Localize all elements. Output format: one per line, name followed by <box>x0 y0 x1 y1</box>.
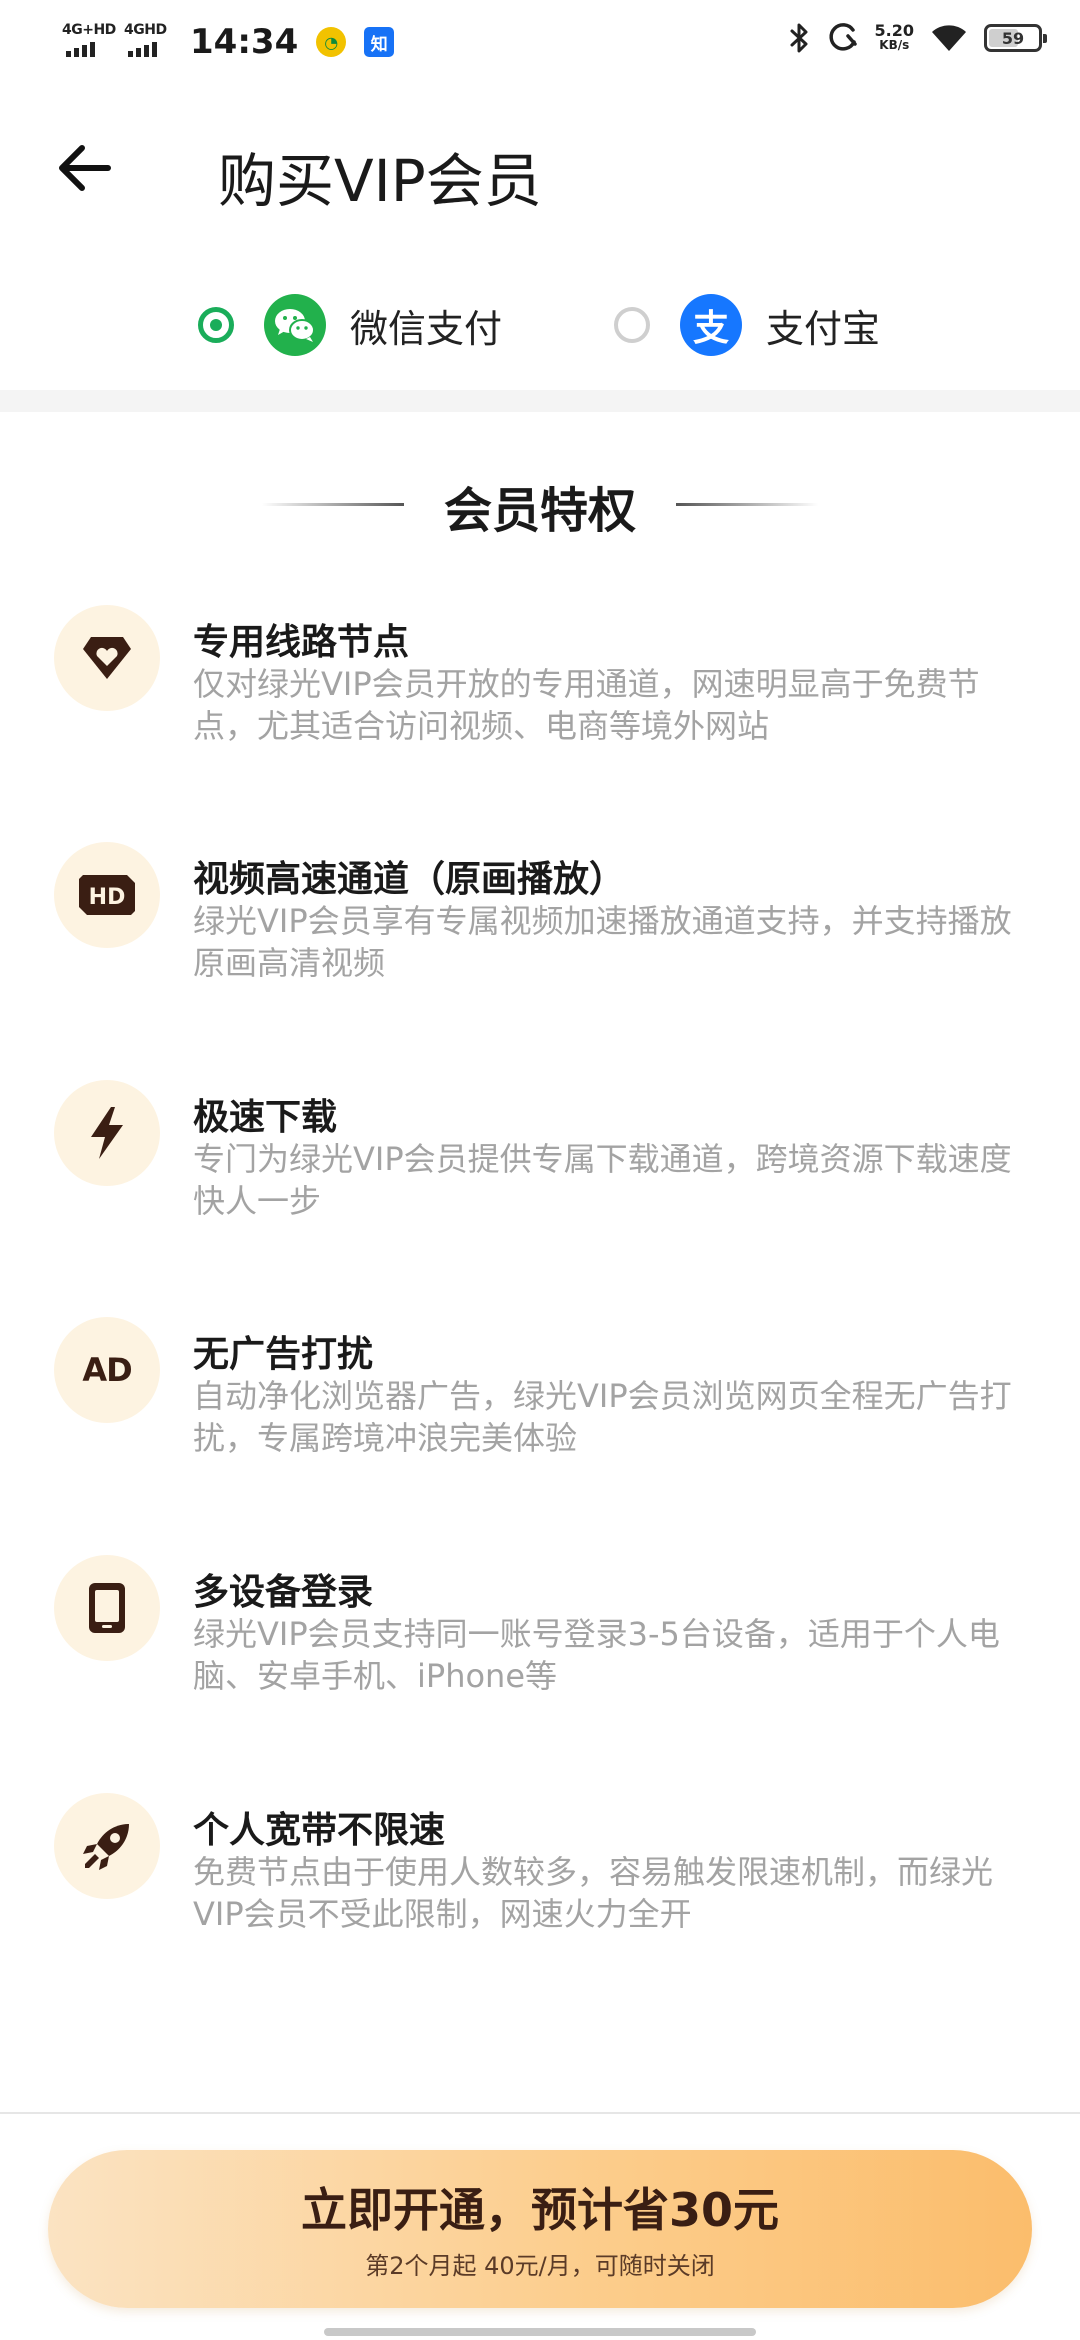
benefit-item: 极速下载 专门为绿光VIP会员提供专属下载通道，跨境资源下载速度快人一步 <box>0 1080 1080 1280</box>
decorative-line-right <box>676 503 818 506</box>
benefit-item: 专用线路节点 仅对绿光VIP会员开放的专用通道，网速明显高于免费节点，尤其适合访… <box>0 605 1080 805</box>
ad-icon: AD <box>54 1317 160 1423</box>
benefit-item: 多设备登录 绿光VIP会员支持同一账号登录3-5台设备，适用于个人电脑、安卓手机… <box>0 1555 1080 1755</box>
signal-icon-sim1: 4G+HD <box>62 22 116 62</box>
benefit-title: 视频高速通道（原画播放） <box>193 859 626 900</box>
wechat-pay-radio[interactable] <box>198 307 234 343</box>
hd-label: HD <box>89 885 126 910</box>
benefit-title: 无广告打扰 <box>193 1334 374 1375</box>
benefits-title: 会员特权 <box>443 483 636 539</box>
clock: 14:34 <box>190 22 299 62</box>
do-not-disturb-icon <box>828 23 857 51</box>
wechat-icon <box>264 294 326 356</box>
section-separator <box>0 390 1080 412</box>
status-bar: 4G+HD 4GHD 14:34 ◔ 知 5.20 KB/s 59 <box>0 0 1080 84</box>
network-speed-unit: KB/s <box>879 38 910 52</box>
benefit-item: HD 视频高速通道（原画播放） 绿光VIP会员享有专属视频加速播放通道支持，并支… <box>0 842 1080 1042</box>
alipay-radio[interactable] <box>614 307 650 343</box>
rocket-icon <box>54 1793 160 1899</box>
alipay-label: 支付宝 <box>766 306 881 351</box>
wechat-pay-option[interactable]: 微信支付 <box>198 294 502 356</box>
qq-browser-notification-icon: ◔ <box>316 27 347 57</box>
alipay-icon: 支 <box>680 294 742 356</box>
page-title: 购买VIP会员 <box>218 147 542 215</box>
battery-icon: 59 <box>984 24 1047 52</box>
alipay-option[interactable]: 支 支付宝 <box>614 294 880 356</box>
benefits-header: 会员特权 <box>0 465 1080 545</box>
hd-icon: HD <box>54 842 160 948</box>
ad-label: AD <box>82 1351 132 1389</box>
network-speed-value: 5.20 <box>874 21 914 40</box>
benefit-description: 自动净化浏览器广告，绿光VIP会员浏览网页全程无广告打扰，专属跨境冲浪完美体验 <box>193 1377 1012 1457</box>
benefit-description: 绿光VIP会员支持同一账号登录3-5台设备，适用于个人电脑、安卓手机、iPhon… <box>193 1615 1000 1695</box>
status-bar-right: 5.20 KB/s 59 <box>789 22 1047 54</box>
network-speed: 5.20 KB/s <box>875 23 914 53</box>
bluetooth-icon <box>790 23 808 53</box>
benefit-title: 个人宽带不限速 <box>193 1810 446 1851</box>
back-arrow-icon <box>59 145 111 191</box>
subscribe-button-title: 立即开通，预计省30元 <box>300 2183 779 2237</box>
benefit-description: 绿光VIP会员享有专属视频加速播放通道支持，并支持播放原画高清视频 <box>193 902 1012 982</box>
back-button[interactable] <box>48 132 120 204</box>
zhihu-notification-icon: 知 <box>364 27 395 57</box>
subscribe-button[interactable]: 立即开通，预计省30元 第2个月起 40元/月，可随时关闭 <box>48 2150 1032 2308</box>
network-type-1: 4G+HD <box>62 22 116 38</box>
benefit-title: 极速下载 <box>193 1097 338 1138</box>
payment-method-selector: 微信支付 支 支付宝 <box>0 280 1080 370</box>
benefit-item: AD 无广告打扰 自动净化浏览器广告，绿光VIP会员浏览网页全程无广告打扰，专属… <box>0 1317 1080 1517</box>
wifi-icon <box>932 25 966 51</box>
header: 购买VIP会员 <box>0 110 1080 230</box>
bottom-divider <box>0 2112 1080 2114</box>
benefit-title: 专用线路节点 <box>193 622 410 663</box>
benefit-item: 个人宽带不限速 免费节点由于使用人数较多，容易触发限速机制，而绿光VIP会员不受… <box>0 1793 1080 1993</box>
home-indicator[interactable] <box>324 2328 756 2336</box>
benefit-description: 免费节点由于使用人数较多，容易触发限速机制，而绿光VIP会员不受此限制，网速火力… <box>193 1853 994 1933</box>
subscribe-button-subtitle: 第2个月起 40元/月，可随时关闭 <box>365 2252 715 2280</box>
benefit-description: 专门为绿光VIP会员提供专属下载通道，跨境资源下载速度快人一步 <box>193 1140 1012 1220</box>
benefit-title: 多设备登录 <box>193 1572 374 1613</box>
signal-icon-sim2: 4GHD <box>124 22 168 62</box>
network-type-2: 4GHD <box>124 22 167 38</box>
diamond-heart-icon <box>54 605 160 711</box>
wechat-pay-label: 微信支付 <box>350 306 503 351</box>
benefit-description: 仅对绿光VIP会员开放的专用通道，网速明显高于免费节点，尤其适合访问视频、电商等… <box>193 665 980 745</box>
tablet-icon <box>54 1555 160 1661</box>
status-bar-left: 4G+HD 4GHD 14:34 ◔ 知 <box>62 22 395 62</box>
battery-level: 59 <box>1001 28 1025 48</box>
lightning-icon <box>54 1080 160 1186</box>
